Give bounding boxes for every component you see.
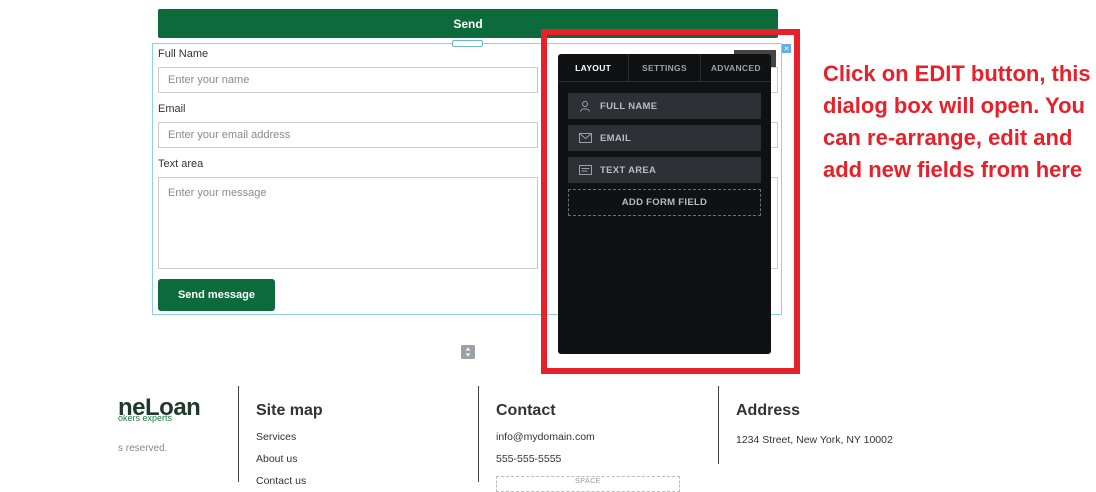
textarea-label: Text area [158,158,204,170]
full-name-label: Full Name [158,48,209,60]
footer-divider [238,386,239,482]
drag-handle[interactable] [452,40,483,47]
email-input[interactable]: Enter your email address [158,122,538,148]
footer-link-services[interactable]: Services [256,431,296,443]
footer-divider [718,386,719,464]
full-name-input[interactable]: Enter your name [158,67,538,93]
footer-link-contact[interactable]: Contact us [256,475,306,487]
contact-phone: 555-555-5555 [496,453,562,465]
message-textarea[interactable]: Enter your message [158,177,538,269]
resize-handle-icon[interactable] [461,345,475,359]
address-line: 1234 Street, New York, NY 10002 [736,434,893,446]
copyright-text: s reserved. [118,443,168,454]
spacer-block: SPACE [496,476,680,492]
footer-divider [478,386,479,482]
contact-email[interactable]: info@mydomain.com [496,431,595,443]
brand-logo-tagline: okers experts [118,413,173,423]
footer-link-about[interactable]: About us [256,453,297,465]
email-label: Email [158,103,186,115]
send-message-button[interactable]: Send message [158,279,275,311]
instruction-annotation: Click on EDIT button, this dialog box wi… [823,61,1091,182]
sitemap-title: Site map [256,402,323,419]
contact-title: Contact [496,402,556,419]
address-title: Address [736,402,801,419]
highlight-frame [541,29,800,374]
